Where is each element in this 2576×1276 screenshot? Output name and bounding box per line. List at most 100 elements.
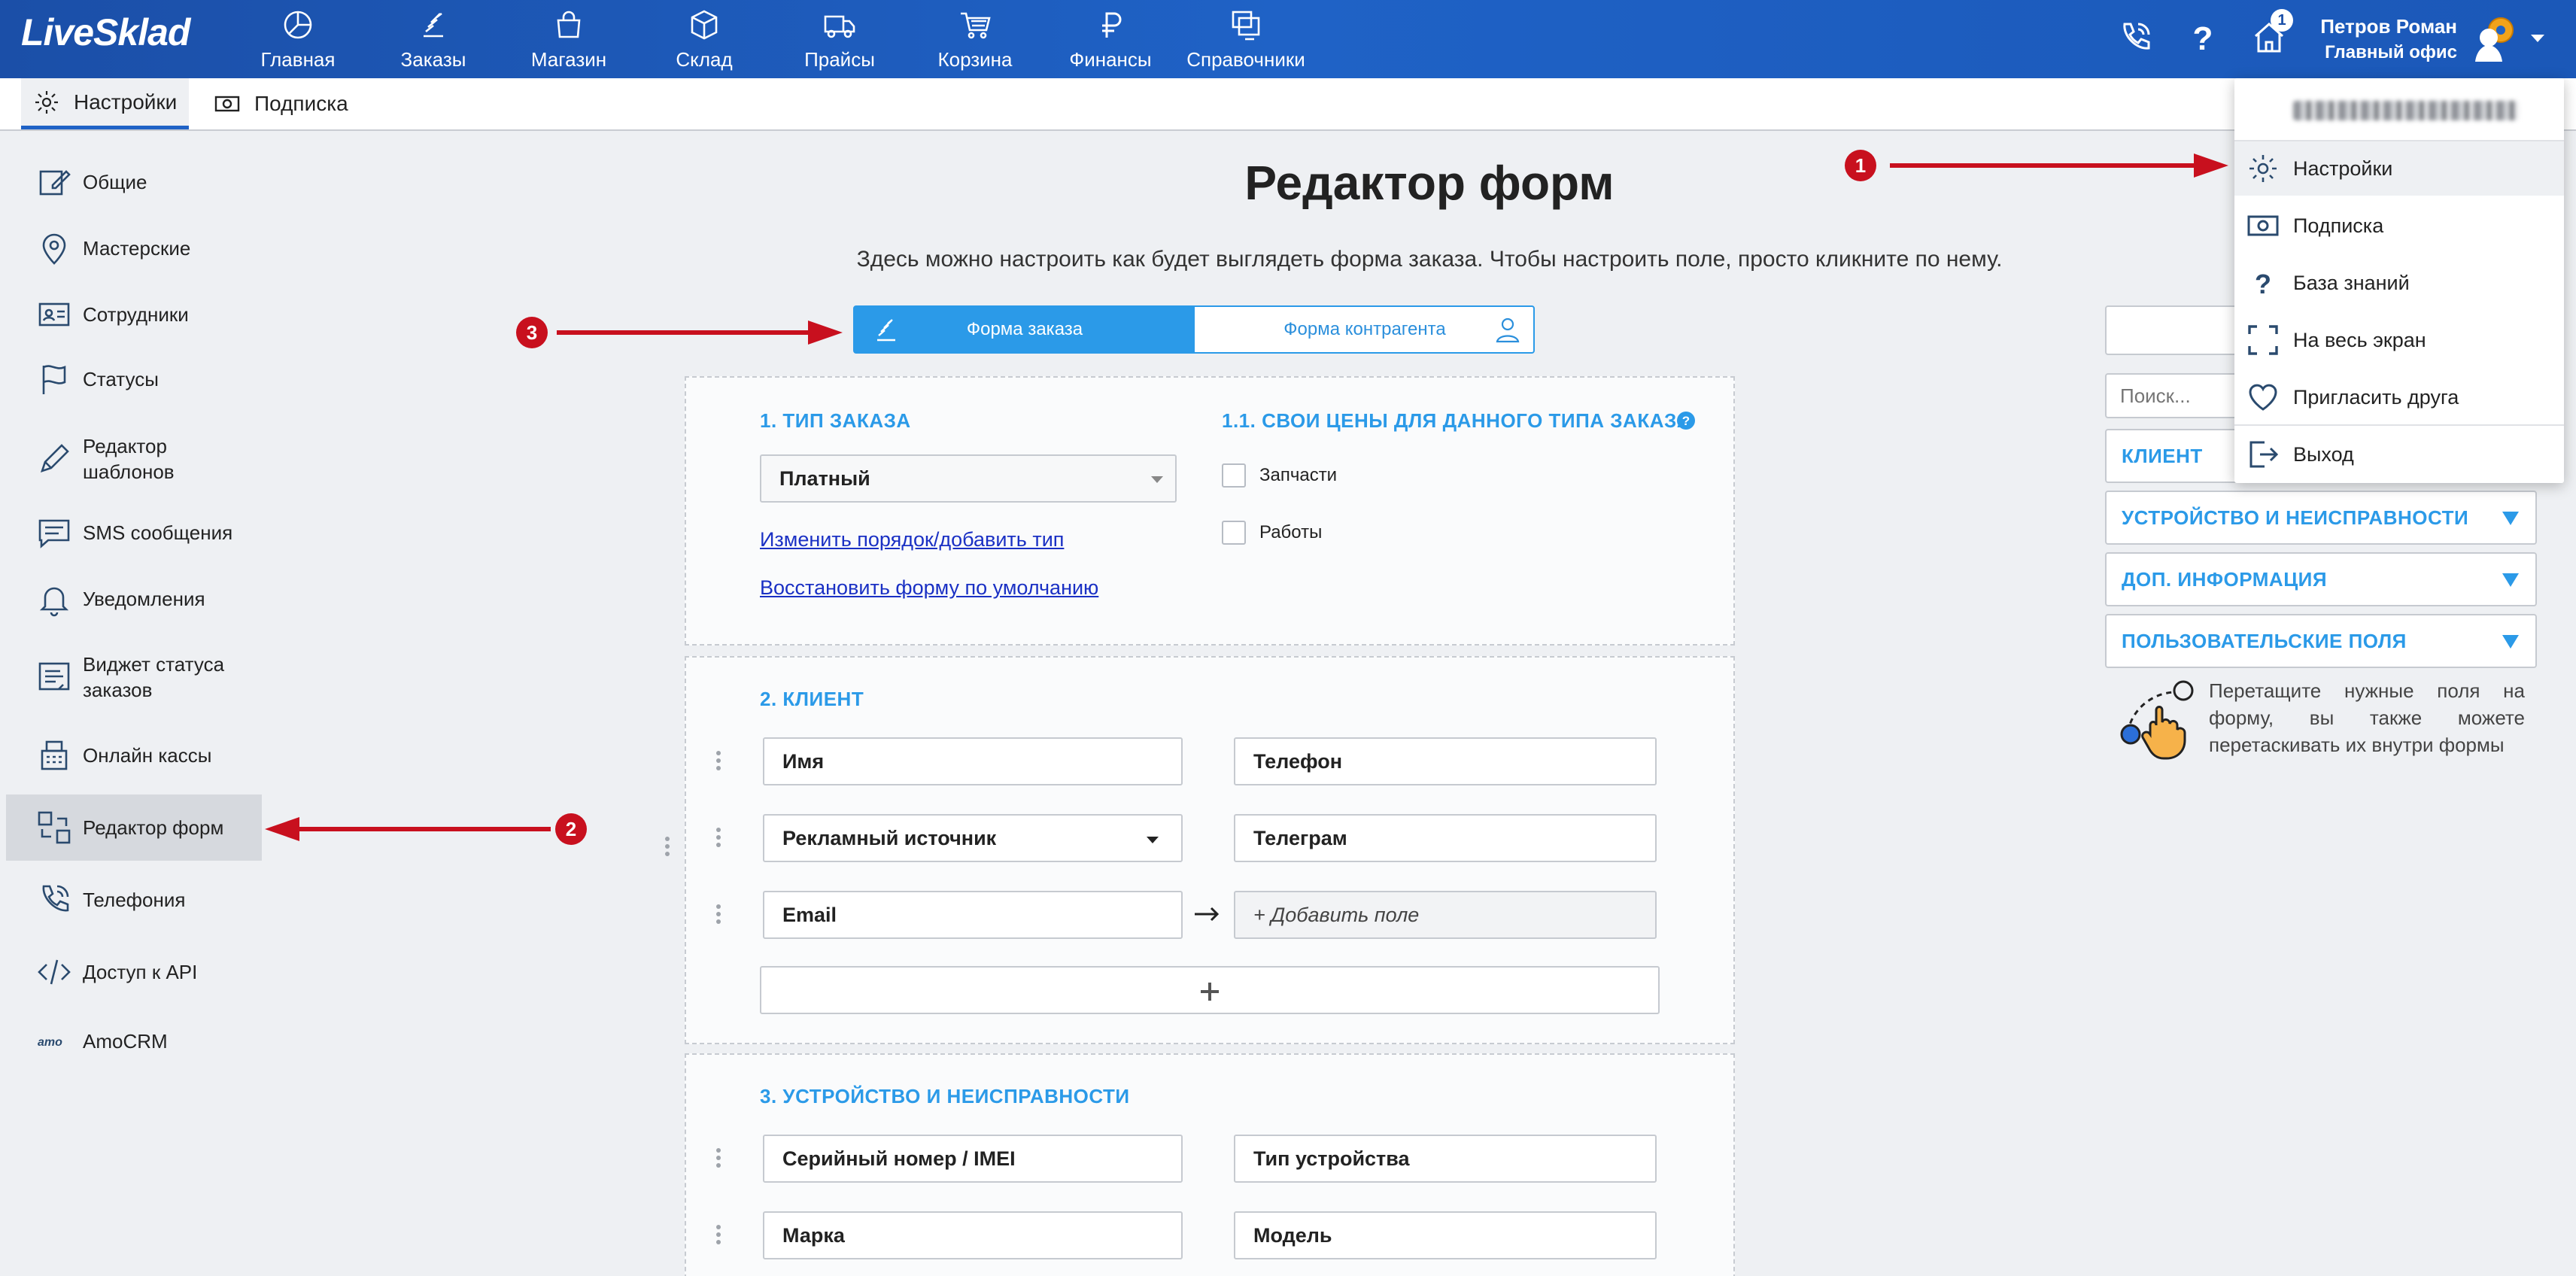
nav-directories[interactable]: Справочники xyxy=(1178,8,1314,71)
drag-handle-icon[interactable] xyxy=(713,904,724,927)
warehouse-box-icon xyxy=(691,10,718,40)
amocrm-icon: amo xyxy=(38,1036,62,1049)
section-drag-handle-icon[interactable] xyxy=(662,837,673,859)
menu-item-subscription[interactable]: Подписка xyxy=(2234,199,2564,253)
nav-cart[interactable]: Корзина xyxy=(907,8,1043,71)
svg-text:?: ? xyxy=(1682,414,1690,428)
drag-handle-icon[interactable] xyxy=(713,1148,724,1171)
add-row-button[interactable] xyxy=(760,966,1660,1014)
help-circle-icon[interactable]: ? xyxy=(1676,411,1696,430)
nav-orders[interactable]: Заказы xyxy=(366,8,501,71)
sidebar-item-telephony[interactable]: Телефония xyxy=(6,879,262,921)
user-menu-caret-icon[interactable] xyxy=(2531,35,2544,42)
code-icon xyxy=(38,959,71,985)
sidebar-item-workshops[interactable]: Мастерские xyxy=(6,227,262,269)
subtab-subscription[interactable]: Подписка xyxy=(202,78,360,129)
group-extra-info[interactable]: ДОП. ИНФОРМАЦИЯ xyxy=(2105,552,2537,606)
sidebar-item-api[interactable]: Доступ к API xyxy=(6,951,262,993)
menu-item-settings[interactable]: Настройки xyxy=(2234,141,2564,196)
user-dropdown-menu: Настройки Подписка ? База знаний На весь… xyxy=(2234,78,2564,483)
restore-default-form-link[interactable]: Восстановить форму по умолчанию xyxy=(760,576,1098,600)
menu-item-invite-friend[interactable]: Пригласить друга xyxy=(2234,370,2564,424)
drag-handle-icon[interactable] xyxy=(713,1225,724,1247)
truck-icon xyxy=(824,15,855,38)
sidebar-item-notifications[interactable]: Уведомления xyxy=(6,578,262,620)
nav-shop[interactable]: Магазин xyxy=(501,8,636,71)
field-serial-imei[interactable]: Серийный номер / IMEI xyxy=(763,1135,1183,1183)
fullscreen-icon xyxy=(2248,325,2278,355)
field-ad-source[interactable]: Рекламный источник xyxy=(763,814,1183,862)
field-telegram[interactable]: Телеграм xyxy=(1234,814,1657,862)
menu-item-logout[interactable]: Выход xyxy=(2234,427,2564,482)
custom-prices-title: 1.1. СВОИ ЦЕНЫ ДЛЯ ДАННОГО ТИПА ЗАКАЗА xyxy=(1222,409,1692,432)
drag-hint-text: Перетащите нужные поля на форму, вы такж… xyxy=(2209,679,2525,756)
order-type-select[interactable]: Платный xyxy=(760,454,1177,503)
logout-icon xyxy=(2249,441,2279,468)
settings-subbar: Настройки Подписка xyxy=(0,78,2576,131)
field-name[interactable]: Имя xyxy=(763,737,1183,785)
section-client: 2. КЛИЕНТ Имя Телефон Рекламный источник… xyxy=(685,656,1735,1044)
add-field-placeholder[interactable]: + Добавить поле xyxy=(1234,891,1657,939)
change-order-type-link[interactable]: Изменить порядок/добавить тип xyxy=(760,528,1064,551)
directories-icon xyxy=(1232,11,1260,41)
phone-call-icon[interactable] xyxy=(2114,17,2156,59)
form-type-switch: Форма заказа Форма контрагента xyxy=(853,305,1535,354)
user-outline-icon xyxy=(1496,317,1520,343)
nav-home[interactable]: Главная xyxy=(230,8,366,71)
phone-icon xyxy=(42,885,69,912)
shop-bag-icon xyxy=(557,11,581,38)
drag-handle-icon[interactable] xyxy=(713,828,724,850)
sidebar-item-general[interactable]: Общие xyxy=(6,161,262,203)
field-model[interactable]: Модель xyxy=(1234,1211,1657,1259)
checkbox-parts[interactable]: Запчасти xyxy=(1222,463,1337,488)
help-icon[interactable]: ? xyxy=(2182,17,2224,59)
banknote-icon xyxy=(214,96,240,112)
chevron-down-icon[interactable] xyxy=(1151,476,1163,483)
sidebar-item-amocrm[interactable]: amo AmoCRM xyxy=(6,1020,262,1062)
cart-icon xyxy=(961,12,991,39)
sidebar-item-statuses[interactable]: Статусы xyxy=(6,358,262,400)
gear-icon xyxy=(2249,155,2277,182)
subtab-settings[interactable]: Настройки xyxy=(21,78,190,129)
chevron-down-icon[interactable] xyxy=(1147,837,1159,843)
section-title: 1. ТИП ЗАКАЗА xyxy=(760,409,911,432)
orders-icon xyxy=(424,12,443,38)
group-custom-fields[interactable]: ПОЛЬЗОВАТЕЛЬСКИЕ ПОЛЯ xyxy=(2105,614,2537,668)
sidebar-item-employees[interactable]: Сотрудники xyxy=(6,293,262,336)
section-title: 2. КЛИЕНТ xyxy=(760,688,864,710)
tab-contractor-form[interactable]: Форма контрагента xyxy=(1195,307,1535,352)
tab-order-form[interactable]: Форма заказа xyxy=(855,307,1195,352)
section-title: 3. УСТРОЙСТВО И НЕИСПРАВНОСТИ xyxy=(760,1085,1130,1107)
page-title: Редактор форм xyxy=(1244,156,1615,210)
drag-handle-icon[interactable] xyxy=(713,751,724,773)
pencil-icon xyxy=(40,444,69,473)
user-avatar-icon[interactable] xyxy=(2472,12,2520,65)
sidebar-item-form-editor[interactable]: Редактор форм xyxy=(6,794,262,861)
field-device-type[interactable]: Тип устройства xyxy=(1234,1135,1657,1183)
widget-icon xyxy=(38,662,70,691)
checkbox-works[interactable]: Работы xyxy=(1222,521,1322,545)
svg-text:?: ? xyxy=(2193,20,2213,57)
page-description: Здесь можно настроить как будет выглядет… xyxy=(856,247,2003,272)
sidebar-item-sms[interactable]: SMS сообщения xyxy=(6,512,262,554)
svg-text:amo: amo xyxy=(38,1036,62,1049)
field-phone[interactable]: Телефон xyxy=(1234,737,1657,785)
sidebar-item-template-editor[interactable]: Редактор шаблонов xyxy=(6,432,262,486)
cash-register-icon xyxy=(41,740,68,770)
arrow-right-icon xyxy=(1195,907,1220,922)
user-office[interactable]: Главный офис xyxy=(2287,42,2457,63)
menu-item-fullscreen[interactable]: На весь экран xyxy=(2234,313,2564,367)
sidebar-item-order-status-widget[interactable]: Виджет статуса заказов xyxy=(6,650,262,704)
field-brand[interactable]: Марка xyxy=(763,1211,1183,1259)
user-name[interactable]: Петров Роман xyxy=(2287,15,2457,38)
group-device[interactable]: УСТРОЙСТВО И НЕИСПРАВНОСТИ xyxy=(2105,491,2537,545)
app-logo[interactable]: LiveSklad xyxy=(21,11,190,54)
gear-icon xyxy=(35,90,58,114)
sidebar-item-online-cash[interactable]: Онлайн кассы xyxy=(6,734,262,776)
nav-warehouse[interactable]: Склад xyxy=(636,8,772,71)
field-email[interactable]: Email xyxy=(763,891,1183,939)
nav-prices[interactable]: Прайсы xyxy=(772,8,907,71)
menu-item-knowledge-base[interactable]: ? База знаний xyxy=(2234,256,2564,310)
nav-finance[interactable]: Финансы xyxy=(1043,8,1178,71)
annotation-marker-1: 1 xyxy=(1845,150,1876,181)
